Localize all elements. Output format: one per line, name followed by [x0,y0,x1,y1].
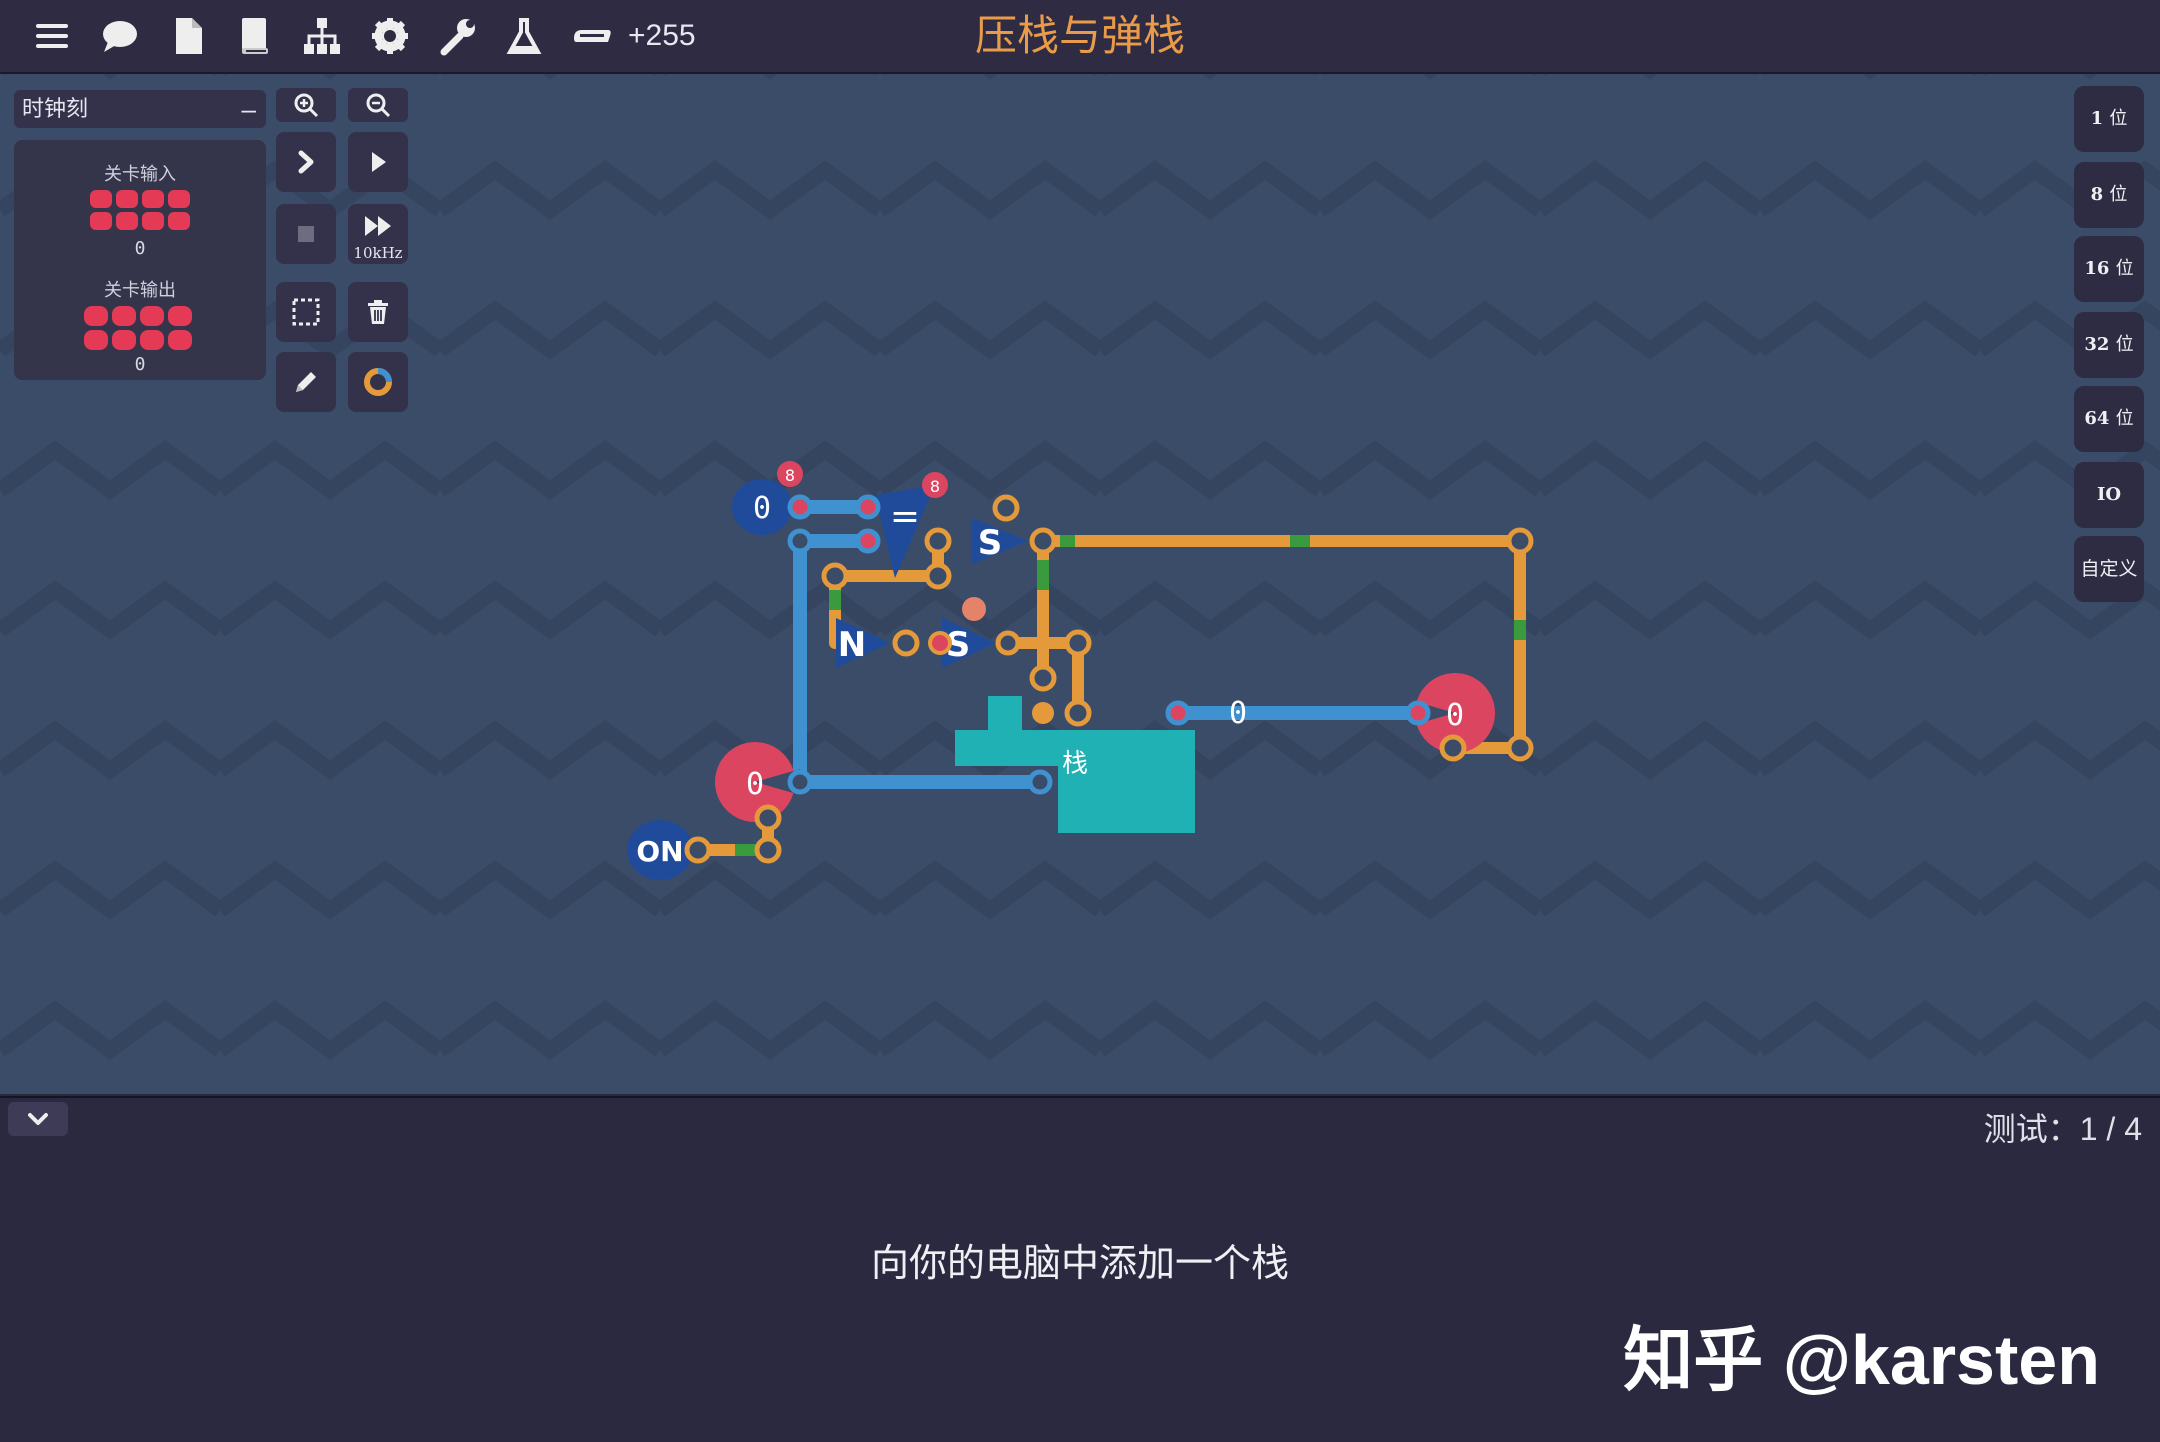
selection-icon [292,298,320,326]
svg-text:=: = [890,496,920,537]
flask-icon[interactable] [500,12,548,60]
svg-text:0: 0 [1446,698,1464,733]
level-output-label: 关卡输出 [104,280,176,300]
scanner-icon[interactable] [568,12,616,60]
stop-button[interactable] [276,204,336,264]
play-button[interactable] [348,132,408,192]
select-area-button[interactable] [276,282,336,342]
bit-1-button[interactable]: 1 位 [2074,86,2144,152]
color-wheel-icon [364,368,392,396]
pencil-icon [296,372,316,392]
custom-button[interactable]: 自定义 [2074,536,2144,602]
collapse-bottom-button[interactable] [8,1102,68,1136]
wrench-icon[interactable] [434,12,482,60]
level-io-panel: 关卡输入 0 关卡输出 0 [14,140,266,380]
zoom-in-button[interactable] [276,88,336,122]
svg-text:0: 0 [746,767,764,802]
clock-mode-value: 时钟刻 [22,96,89,121]
level-output-value: 0 [134,354,146,375]
test-progress-status: 测试：1 / 4 [1983,1111,2142,1147]
chevron-right-icon [298,150,314,174]
svg-text:N: N [838,625,866,665]
level-instruction: 向你的电脑中添加一个栈 [870,1243,1289,1285]
level-output-bits [84,306,192,350]
svg-text:0: 0 [753,491,771,526]
color-picker-button[interactable] [348,352,408,412]
book-icon[interactable] [230,12,278,60]
svg-text:8: 8 [785,466,795,485]
clock-mode-select[interactable]: 时钟刻 – [14,90,266,128]
wire-value-label: 0 [1229,696,1247,731]
play-icon [372,152,386,172]
level-input-label: 关卡输入 [104,164,176,184]
frequency-label: 10kHz [353,244,403,262]
zoom-in-icon [294,93,319,118]
credits-counter: +255 [628,19,696,52]
menu-icon[interactable] [28,12,76,60]
chat-icon[interactable] [96,12,144,60]
bit-16-button[interactable]: 16 位 [2074,236,2144,302]
zoom-out-button[interactable] [348,88,408,122]
io-button[interactable]: IO [2074,462,2144,528]
hierarchy-icon[interactable] [298,12,346,60]
document-icon[interactable] [164,12,212,60]
gear-icon[interactable] [366,12,414,60]
on-input-node[interactable]: ON [627,820,693,880]
svg-text:栈: 栈 [1062,749,1088,779]
level-input-bits [90,190,190,230]
trash-icon [368,300,388,324]
svg-text:ON: ON [636,835,683,868]
svg-text:8: 8 [930,477,940,496]
fast-forward-button[interactable]: 10kHz [348,204,408,264]
bit-64-button[interactable]: 64 位 [2074,386,2144,452]
stop-icon [298,226,314,242]
top-toolbar: +255 压栈与弹栈 [0,0,2160,74]
zoom-out-icon [366,93,391,118]
fast-forward-icon [365,216,391,236]
bit-8-button[interactable]: 8 位 [2074,162,2144,228]
chevron-down-icon [28,1113,48,1125]
collapse-panel-button[interactable]: – [242,90,256,128]
delete-button[interactable] [348,282,408,342]
bit-32-button[interactable]: 32 位 [2074,312,2144,378]
step-button[interactable] [276,132,336,192]
pencil-button[interactable] [276,352,336,412]
svg-text:S: S [978,523,1003,563]
watermark: 知乎 @karsten [1623,1321,2100,1399]
level-input-value: 0 [134,238,146,259]
